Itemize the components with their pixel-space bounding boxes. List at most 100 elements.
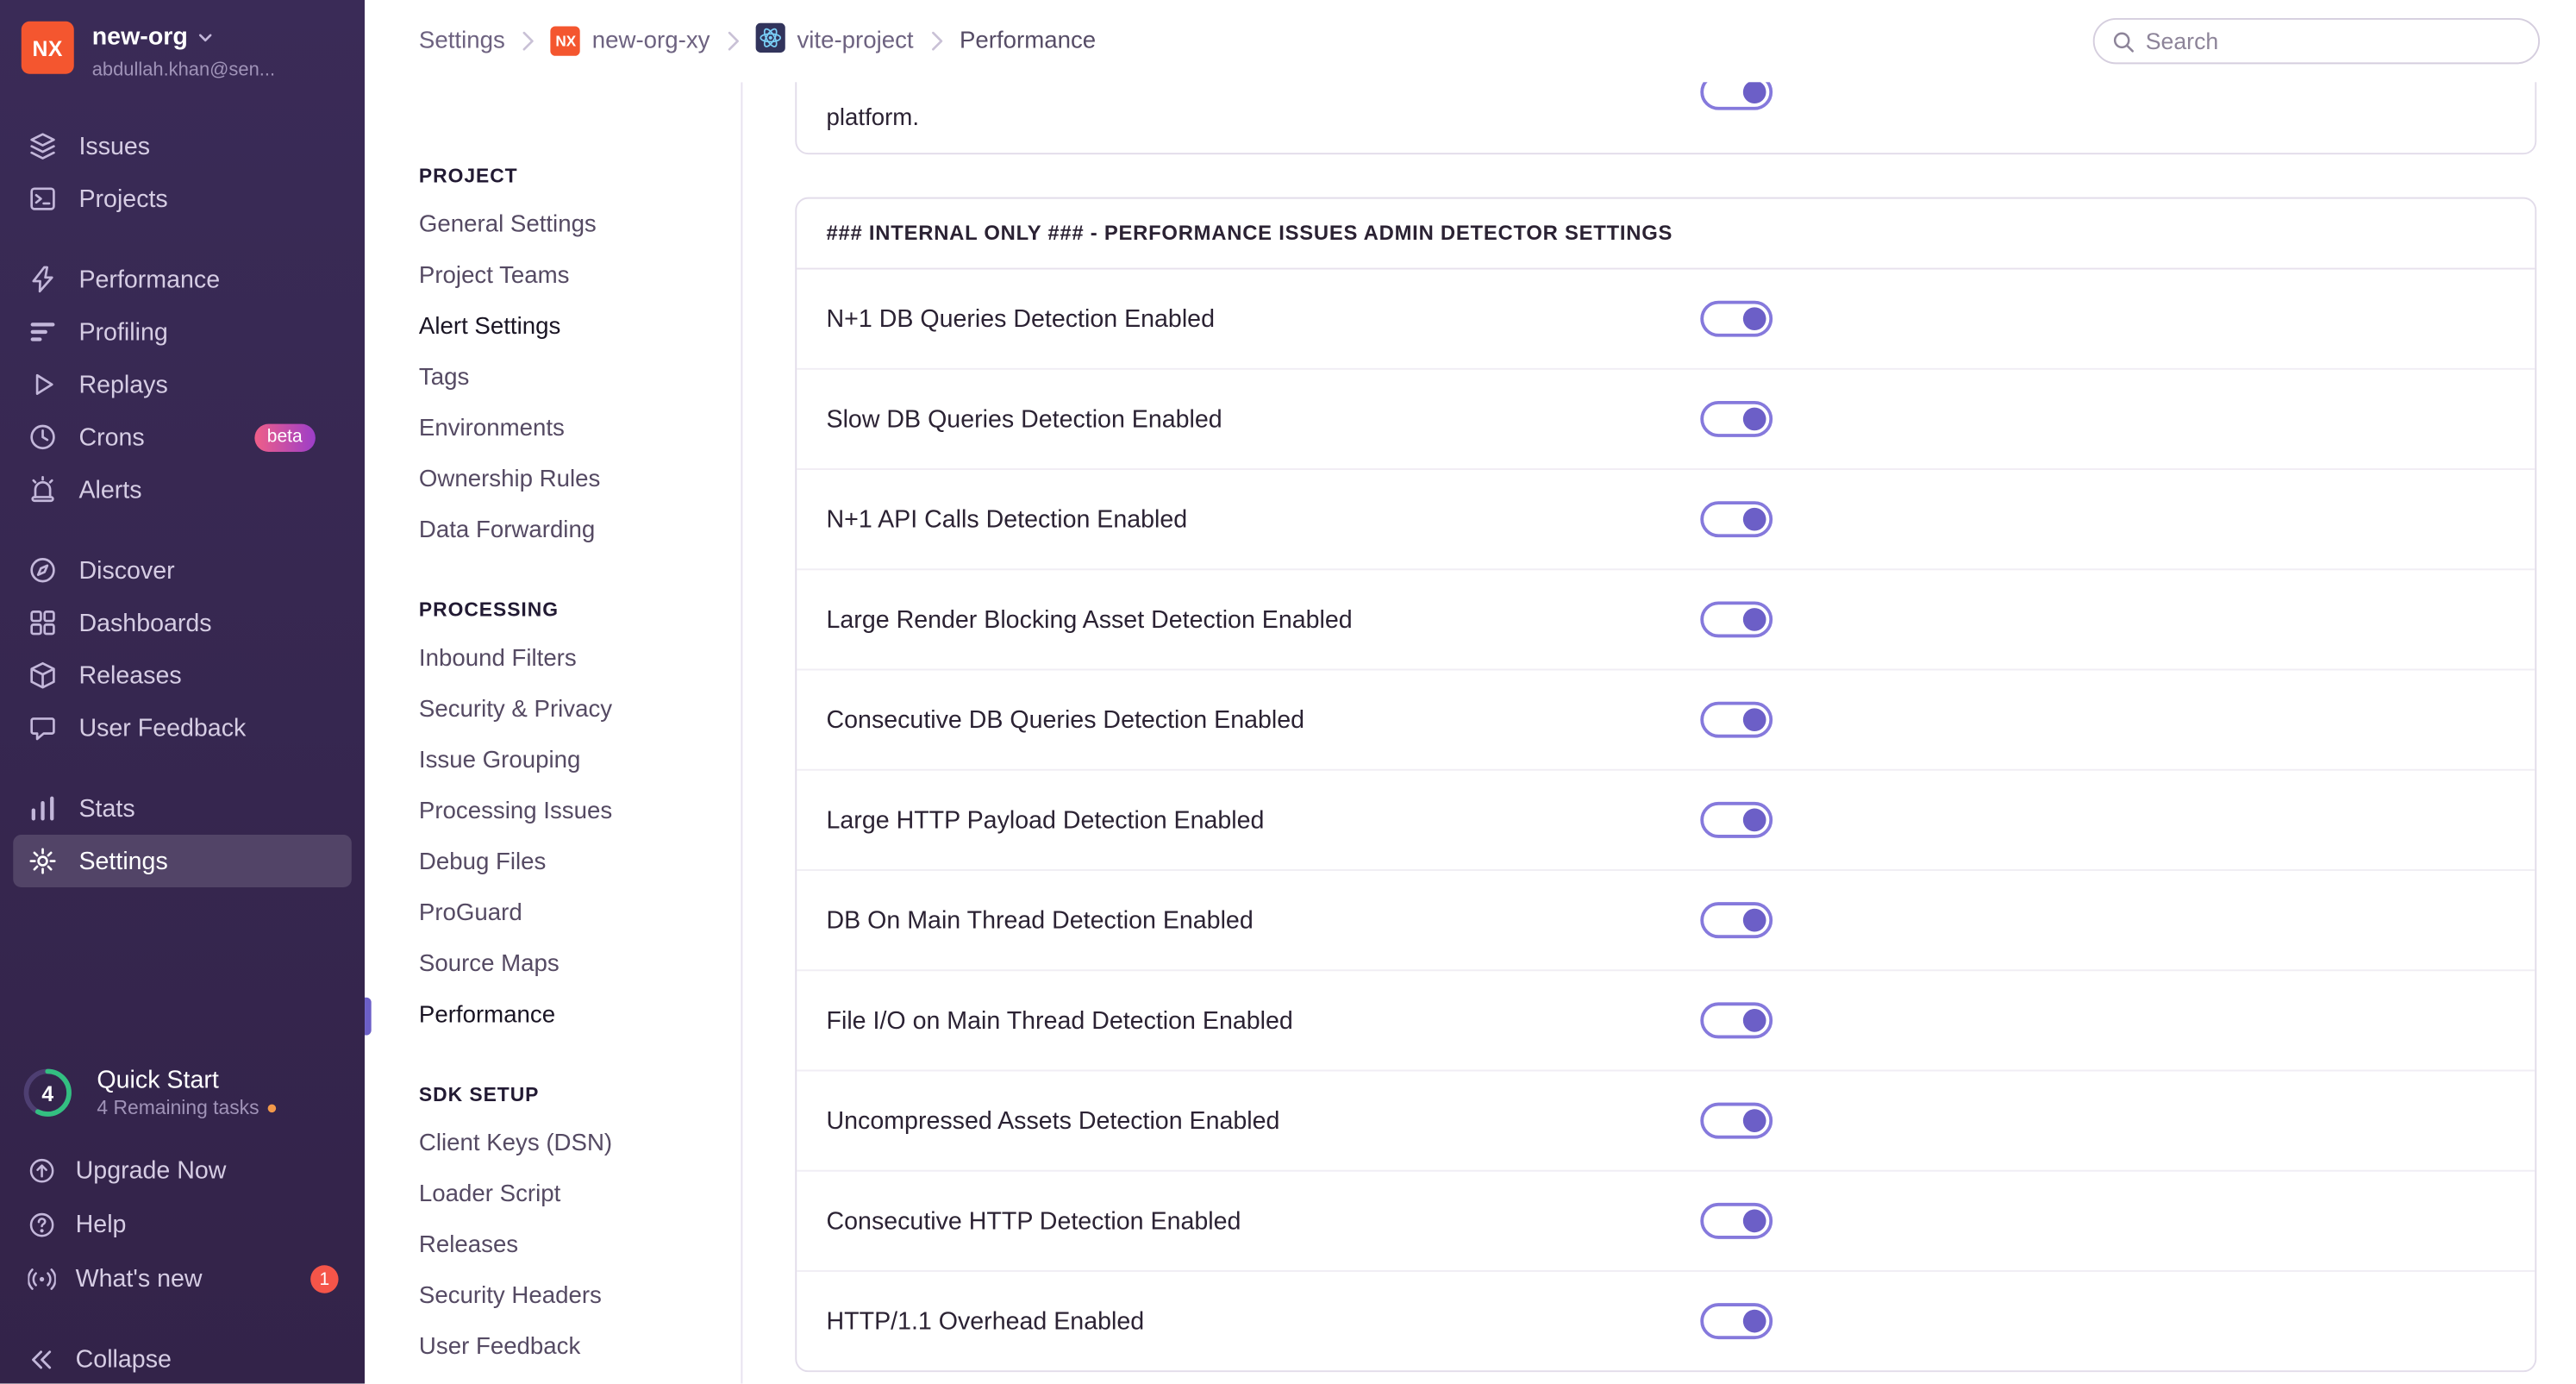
settings-nav-project-teams[interactable]: Project Teams <box>419 252 741 303</box>
detector-settings-card: ### INTERNAL ONLY ### - PERFORMANCE ISSU… <box>795 197 2537 1373</box>
org-switcher[interactable]: NX new-org abdullah.khan@sen... <box>0 0 365 84</box>
sidebar-item-label: Performance <box>78 265 221 294</box>
setting-label: Large HTTP Payload Detection Enabled <box>826 805 1265 835</box>
upgrade-icon <box>26 1156 55 1186</box>
sidebar-item-label: User Feedback <box>78 713 247 742</box>
sidebar-item-alerts[interactable]: Alerts <box>13 463 352 516</box>
settings-nav-general-settings[interactable]: General Settings <box>419 200 741 251</box>
sidebar-item-dashboards[interactable]: Dashboards <box>13 597 352 649</box>
settings-nav-issue-grouping[interactable]: Issue Grouping <box>419 736 741 787</box>
breadcrumb-project[interactable]: vite-project <box>755 22 914 59</box>
breadcrumb-org[interactable]: NX new-org-xy <box>551 26 710 56</box>
sidebar-item-performance[interactable]: Performance <box>13 253 352 305</box>
setting-label: Consecutive HTTP Detection Enabled <box>826 1206 1241 1236</box>
quickstart-title: Quick Start <box>97 1066 219 1095</box>
org-email: abdullah.khan@sen... <box>91 60 276 81</box>
app-window: NX new-org abdullah.khan@sen... Issues P… <box>0 0 2576 1384</box>
sidebar-item-label: Projects <box>78 185 168 213</box>
whats-new-icon <box>26 1264 55 1293</box>
breadcrumb-chevron-icon <box>522 25 535 58</box>
settings-nav-proguard[interactable]: ProGuard <box>419 889 741 940</box>
sidebar-item-projects[interactable]: Projects <box>13 172 352 225</box>
large-http-payload-toggle[interactable] <box>1700 801 1773 838</box>
setting-label: N+1 API Calls Detection Enabled <box>826 504 1188 534</box>
sidebar-item-user-feedback[interactable]: User Feedback <box>13 702 352 755</box>
setting-row: Large HTTP Payload Detection Enabled <box>797 768 2535 869</box>
sidebar-item-settings[interactable]: Settings <box>13 835 352 888</box>
beta-badge: beta <box>253 423 316 452</box>
replays-icon <box>26 368 59 401</box>
consecutive-db-queries-toggle[interactable] <box>1700 701 1773 738</box>
sidebar-item-replays[interactable]: Replays <box>13 358 352 410</box>
collapse-icon <box>26 1345 55 1375</box>
settings-nav-source-maps[interactable]: Source Maps <box>419 940 741 991</box>
help-button[interactable]: Help <box>0 1198 365 1252</box>
sidebar-item-label: Dashboards <box>78 609 212 637</box>
settings-nav-user-feedback[interactable]: User Feedback <box>419 1323 741 1374</box>
settings-nav-alert-settings[interactable]: Alert Settings <box>419 303 741 354</box>
projects-icon <box>26 183 59 216</box>
settings-nav-client-keys[interactable]: Client Keys (DSN) <box>419 1119 741 1170</box>
sidebar-item-crons[interactable]: Crons beta <box>13 410 352 463</box>
sidebar-item-profiling[interactable]: Profiling <box>13 305 352 358</box>
whats-new-button[interactable]: What's new 1 <box>0 1252 365 1306</box>
n-plus-one-db-queries-toggle[interactable] <box>1700 300 1773 337</box>
settings-nav: PROJECT General Settings Project Teams A… <box>365 82 743 1384</box>
breadcrumb-chevron-icon <box>727 25 740 58</box>
org-name[interactable]: new-org <box>92 22 275 54</box>
settings-nav-loader-script[interactable]: Loader Script <box>419 1170 741 1221</box>
settings-nav-processing-issues[interactable]: Processing Issues <box>419 787 741 838</box>
sidebar-item-label: Crons <box>78 423 145 452</box>
breadcrumb-chevron-icon <box>930 25 943 58</box>
collapse-button[interactable]: Collapse <box>0 1332 365 1383</box>
sidebar-item-stats[interactable]: Stats <box>13 782 352 835</box>
search-box[interactable] <box>2092 17 2541 65</box>
partial-setting-label: platform. <box>826 104 920 132</box>
issues-icon <box>26 130 59 163</box>
db-on-main-thread-toggle[interactable] <box>1700 902 1773 939</box>
settings-nav-environments[interactable]: Environments <box>419 404 741 455</box>
user-feedback-icon <box>26 711 59 744</box>
large-render-blocking-asset-toggle[interactable] <box>1700 601 1773 638</box>
search-input[interactable] <box>2094 19 2539 63</box>
settings-nav-security-headers[interactable]: Security Headers <box>419 1272 741 1323</box>
primary-nav: Issues Projects Performance Profiling Re… <box>0 120 365 888</box>
sidebar-item-releases[interactable]: Releases <box>13 649 352 702</box>
sidebar-item-label: Replays <box>78 370 168 399</box>
settings-nav-data-forwarding[interactable]: Data Forwarding <box>419 506 741 557</box>
settings-nav-security-privacy[interactable]: Security & Privacy <box>419 686 741 736</box>
sidebar-item-issues[interactable]: Issues <box>13 120 352 172</box>
sidebar-item-label: Settings <box>78 847 168 875</box>
http11-overhead-toggle[interactable] <box>1700 1303 1773 1340</box>
help-icon <box>26 1210 55 1239</box>
sidebar-footer: 4 Quick Start 4 Remaining tasks Upgrade … <box>0 1065 365 1384</box>
setting-label: File I/O on Main Thread Detection Enable… <box>826 1006 1293 1035</box>
settings-nav-tags[interactable]: Tags <box>419 354 741 404</box>
setting-row: DB On Main Thread Detection Enabled <box>797 869 2535 969</box>
sidebar-item-label: Issues <box>78 132 151 160</box>
upgrade-now-button[interactable]: Upgrade Now <box>0 1143 365 1198</box>
settings-nav-performance[interactable]: Performance <box>365 991 741 1042</box>
quickstart-subtitle: 4 Remaining tasks <box>97 1096 276 1121</box>
sidebar-item-label: Releases <box>78 661 182 690</box>
crons-icon <box>26 421 59 454</box>
quick-start[interactable]: 4 Quick Start 4 Remaining tasks <box>0 1065 365 1121</box>
slow-db-queries-toggle[interactable] <box>1700 400 1773 437</box>
settings-nav-ownership-rules[interactable]: Ownership Rules <box>419 455 741 506</box>
n-plus-one-api-calls-toggle[interactable] <box>1700 501 1773 538</box>
settings-nav-releases[interactable]: Releases <box>419 1221 741 1272</box>
breadcrumb-settings[interactable]: Settings <box>419 28 505 53</box>
setting-row: Slow DB Queries Detection Enabled <box>797 367 2535 468</box>
whats-new-badge: 1 <box>310 1265 339 1293</box>
settings-nav-debug-files[interactable]: Debug Files <box>419 838 741 889</box>
consecutive-http-toggle[interactable] <box>1700 1202 1773 1239</box>
primary-sidebar: NX new-org abdullah.khan@sen... Issues P… <box>0 0 366 1384</box>
uncompressed-assets-toggle[interactable] <box>1700 1102 1773 1139</box>
releases-icon <box>26 659 59 692</box>
file-io-main-thread-toggle[interactable] <box>1700 1002 1773 1039</box>
settings-nav-section-title: PROCESSING <box>418 598 559 622</box>
settings-nav-inbound-filters[interactable]: Inbound Filters <box>419 635 741 686</box>
setting-label: Consecutive DB Queries Detection Enabled <box>826 705 1305 734</box>
sidebar-item-discover[interactable]: Discover <box>13 544 352 597</box>
breadcrumb-performance: Performance <box>959 28 1097 54</box>
